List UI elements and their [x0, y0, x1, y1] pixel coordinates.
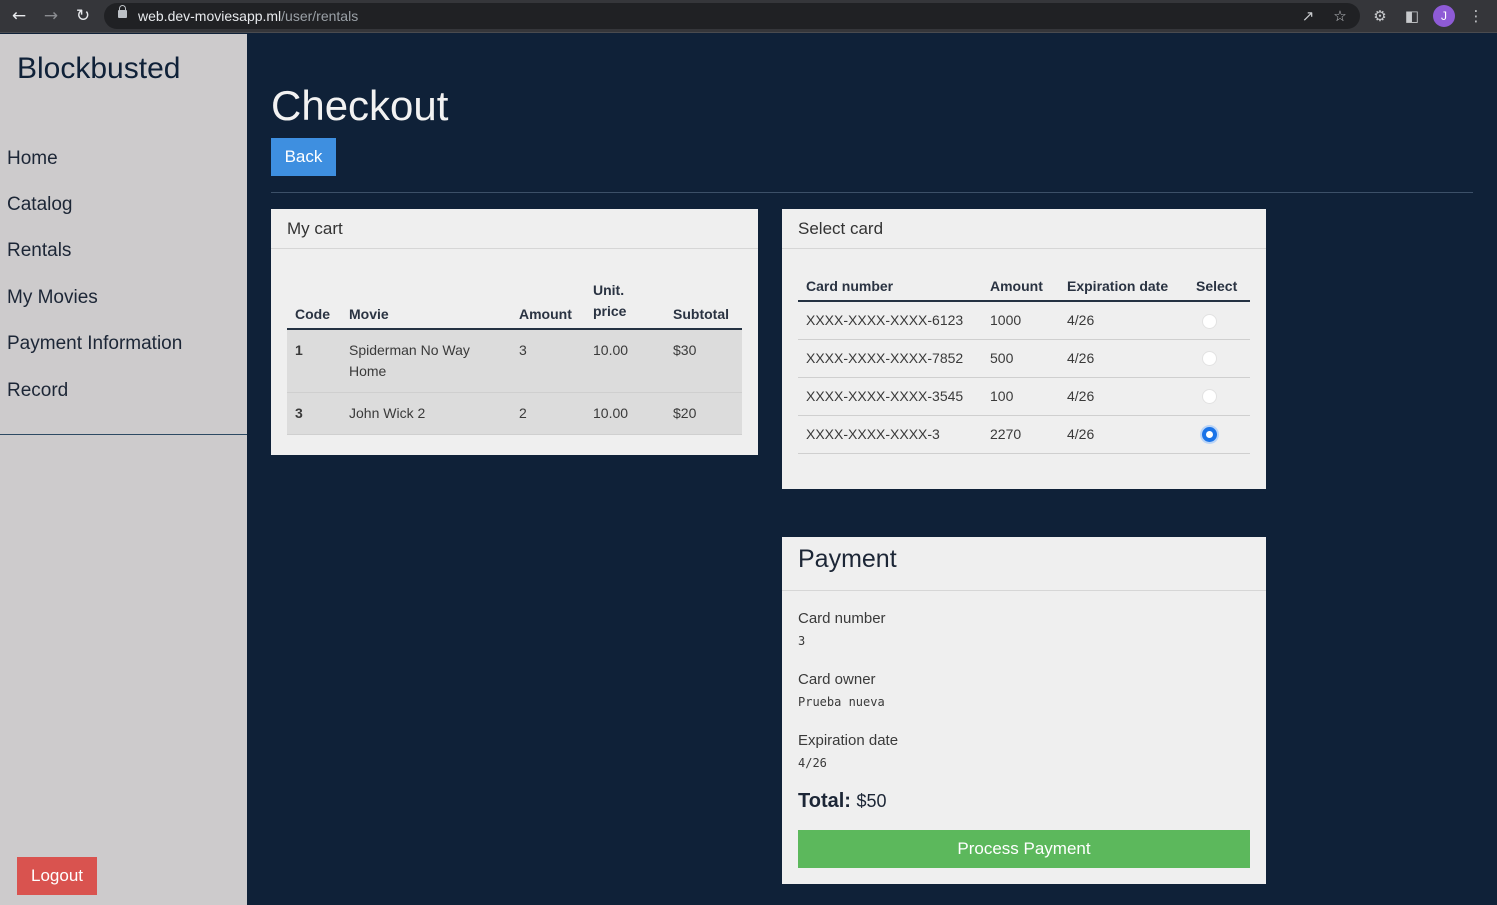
- page-title: Checkout: [271, 82, 449, 129]
- sidebar-item-rentals[interactable]: Rentals: [7, 240, 71, 262]
- cell-unit-price: 10.00: [585, 392, 665, 435]
- cell-select: [1188, 301, 1250, 340]
- total-label: Total:: [798, 790, 851, 812]
- cell-amount: 3: [511, 329, 585, 393]
- sidebar-item-payment-information[interactable]: Payment Information: [7, 333, 182, 355]
- select-card-title: Select card: [782, 209, 1266, 249]
- back-arrow-icon[interactable]: ←: [8, 5, 30, 27]
- back-button[interactable]: Back: [271, 138, 336, 176]
- cell-card-amount: 2270: [982, 415, 1059, 454]
- cards-header-row: Card number Amount Expiration date Selec…: [798, 272, 1250, 302]
- cell-expiration: 4/26: [1059, 339, 1188, 378]
- sidebar-item-home[interactable]: Home: [7, 148, 58, 170]
- url-host: web.dev-moviesapp.ml: [138, 8, 282, 24]
- table-row: 3 John Wick 2 2 10.00 $20: [287, 392, 742, 435]
- sidebar-divider: [0, 434, 247, 435]
- extensions-icon[interactable]: ⚙: [1369, 5, 1391, 27]
- cell-card-number: XXXX-XXXX-XXXX-3545: [798, 377, 982, 416]
- process-payment-button[interactable]: Process Payment: [798, 830, 1250, 868]
- card-radio[interactable]: [1202, 389, 1217, 405]
- table-row: XXXX-XXXX-XXXX-3545 100 4/26: [798, 377, 1250, 416]
- cell-movie: Spiderman No Way Home: [341, 329, 511, 393]
- cell-select: [1188, 377, 1250, 416]
- url-path: /user/rentals: [281, 8, 359, 24]
- payment-panel: Payment Card number 3 Card owner Prueba …: [782, 537, 1266, 884]
- profile-avatar[interactable]: J: [1433, 5, 1455, 27]
- cards-table: Card number Amount Expiration date Selec…: [798, 272, 1250, 454]
- cart-table: Code Movie Amount Unit. price Subtotal 1…: [287, 274, 742, 435]
- cell-code: 3: [287, 392, 341, 435]
- col-movie: Movie: [341, 274, 511, 330]
- cell-card-amount: 100: [982, 377, 1059, 416]
- browser-toolbar: ← → ↻ web.dev-moviesapp.ml/user/rentals …: [0, 0, 1497, 33]
- sidebar-item-my-movies[interactable]: My Movies: [7, 287, 98, 309]
- side-panel-icon[interactable]: ◧: [1401, 5, 1423, 27]
- cell-movie: John Wick 2: [341, 392, 511, 435]
- col-amount: Amount: [511, 274, 585, 330]
- sidebar-item-record[interactable]: Record: [7, 380, 68, 402]
- expiration-value: 4/26: [798, 756, 827, 770]
- cell-card-amount: 1000: [982, 301, 1059, 340]
- table-row: XXXX-XXXX-XXXX-3 2270 4/26: [798, 415, 1250, 454]
- logout-button[interactable]: Logout: [17, 857, 97, 895]
- cell-expiration: 4/26: [1059, 377, 1188, 416]
- cell-card-number: XXXX-XXXX-XXXX-6123: [798, 301, 982, 340]
- cell-select: [1188, 339, 1250, 378]
- cell-subtotal: $30: [665, 329, 742, 393]
- cell-expiration: 4/26: [1059, 415, 1188, 454]
- expiration-label: Expiration date: [798, 732, 899, 749]
- col-expiration: Expiration date: [1059, 272, 1188, 302]
- cart-header-row: Code Movie Amount Unit. price Subtotal: [287, 274, 742, 330]
- share-icon[interactable]: ↗: [1297, 5, 1319, 27]
- col-card-amount: Amount: [982, 272, 1059, 302]
- cell-card-number: XXXX-XXXX-XXXX-3: [798, 415, 982, 454]
- col-unit-price-label: Unit. price: [593, 282, 627, 319]
- cell-amount: 2: [511, 392, 585, 435]
- star-icon[interactable]: ☆: [1329, 5, 1351, 27]
- url-text: web.dev-moviesapp.ml/user/rentals: [138, 8, 358, 24]
- card-number-value: 3: [798, 634, 806, 648]
- select-card-panel: Select card Card number Amount Expiratio…: [782, 209, 1266, 489]
- cell-code: 1: [287, 329, 341, 393]
- card-number-label: Card number: [798, 610, 886, 627]
- address-bar[interactable]: web.dev-moviesapp.ml/user/rentals: [104, 3, 1360, 29]
- card-radio-selected[interactable]: [1202, 427, 1217, 443]
- card-owner-label: Card owner: [798, 671, 876, 688]
- table-row: XXXX-XXXX-XXXX-7852 500 4/26: [798, 339, 1250, 378]
- cart-title: My cart: [271, 209, 758, 249]
- table-row: 1 Spiderman No Way Home 3 10.00 $30: [287, 329, 742, 393]
- reload-icon[interactable]: ↻: [72, 5, 94, 27]
- cell-select: [1188, 415, 1250, 454]
- payment-title: Payment: [782, 537, 1266, 591]
- total: Total: $50: [798, 790, 887, 813]
- forward-arrow-icon[interactable]: →: [40, 5, 62, 27]
- col-card-number: Card number: [798, 272, 982, 302]
- cart-panel: My cart Code Movie Amount Unit. price Su…: [271, 209, 758, 455]
- cell-unit-price: 10.00: [585, 329, 665, 393]
- lock-icon[interactable]: [118, 5, 127, 18]
- card-radio[interactable]: [1202, 351, 1217, 367]
- sidebar: Blockbusted Home Catalog Rentals My Movi…: [0, 34, 247, 905]
- cell-card-amount: 500: [982, 339, 1059, 378]
- kebab-menu-icon[interactable]: ⋮: [1465, 5, 1487, 27]
- card-owner-value: Prueba nueva: [798, 695, 885, 709]
- cell-expiration: 4/26: [1059, 301, 1188, 340]
- brand-logo-text[interactable]: Blockbusted: [17, 52, 180, 86]
- main-divider: [271, 192, 1473, 193]
- col-subtotal: Subtotal: [665, 274, 742, 330]
- col-unit-price: Unit. price: [585, 274, 665, 330]
- sidebar-item-catalog[interactable]: Catalog: [7, 194, 73, 216]
- total-value: $50: [856, 791, 887, 811]
- cell-card-number: XXXX-XXXX-XXXX-7852: [798, 339, 982, 378]
- card-radio[interactable]: [1202, 313, 1217, 329]
- cell-subtotal: $20: [665, 392, 742, 435]
- col-select: Select: [1188, 272, 1250, 302]
- table-row: XXXX-XXXX-XXXX-6123 1000 4/26: [798, 301, 1250, 340]
- col-code: Code: [287, 274, 341, 330]
